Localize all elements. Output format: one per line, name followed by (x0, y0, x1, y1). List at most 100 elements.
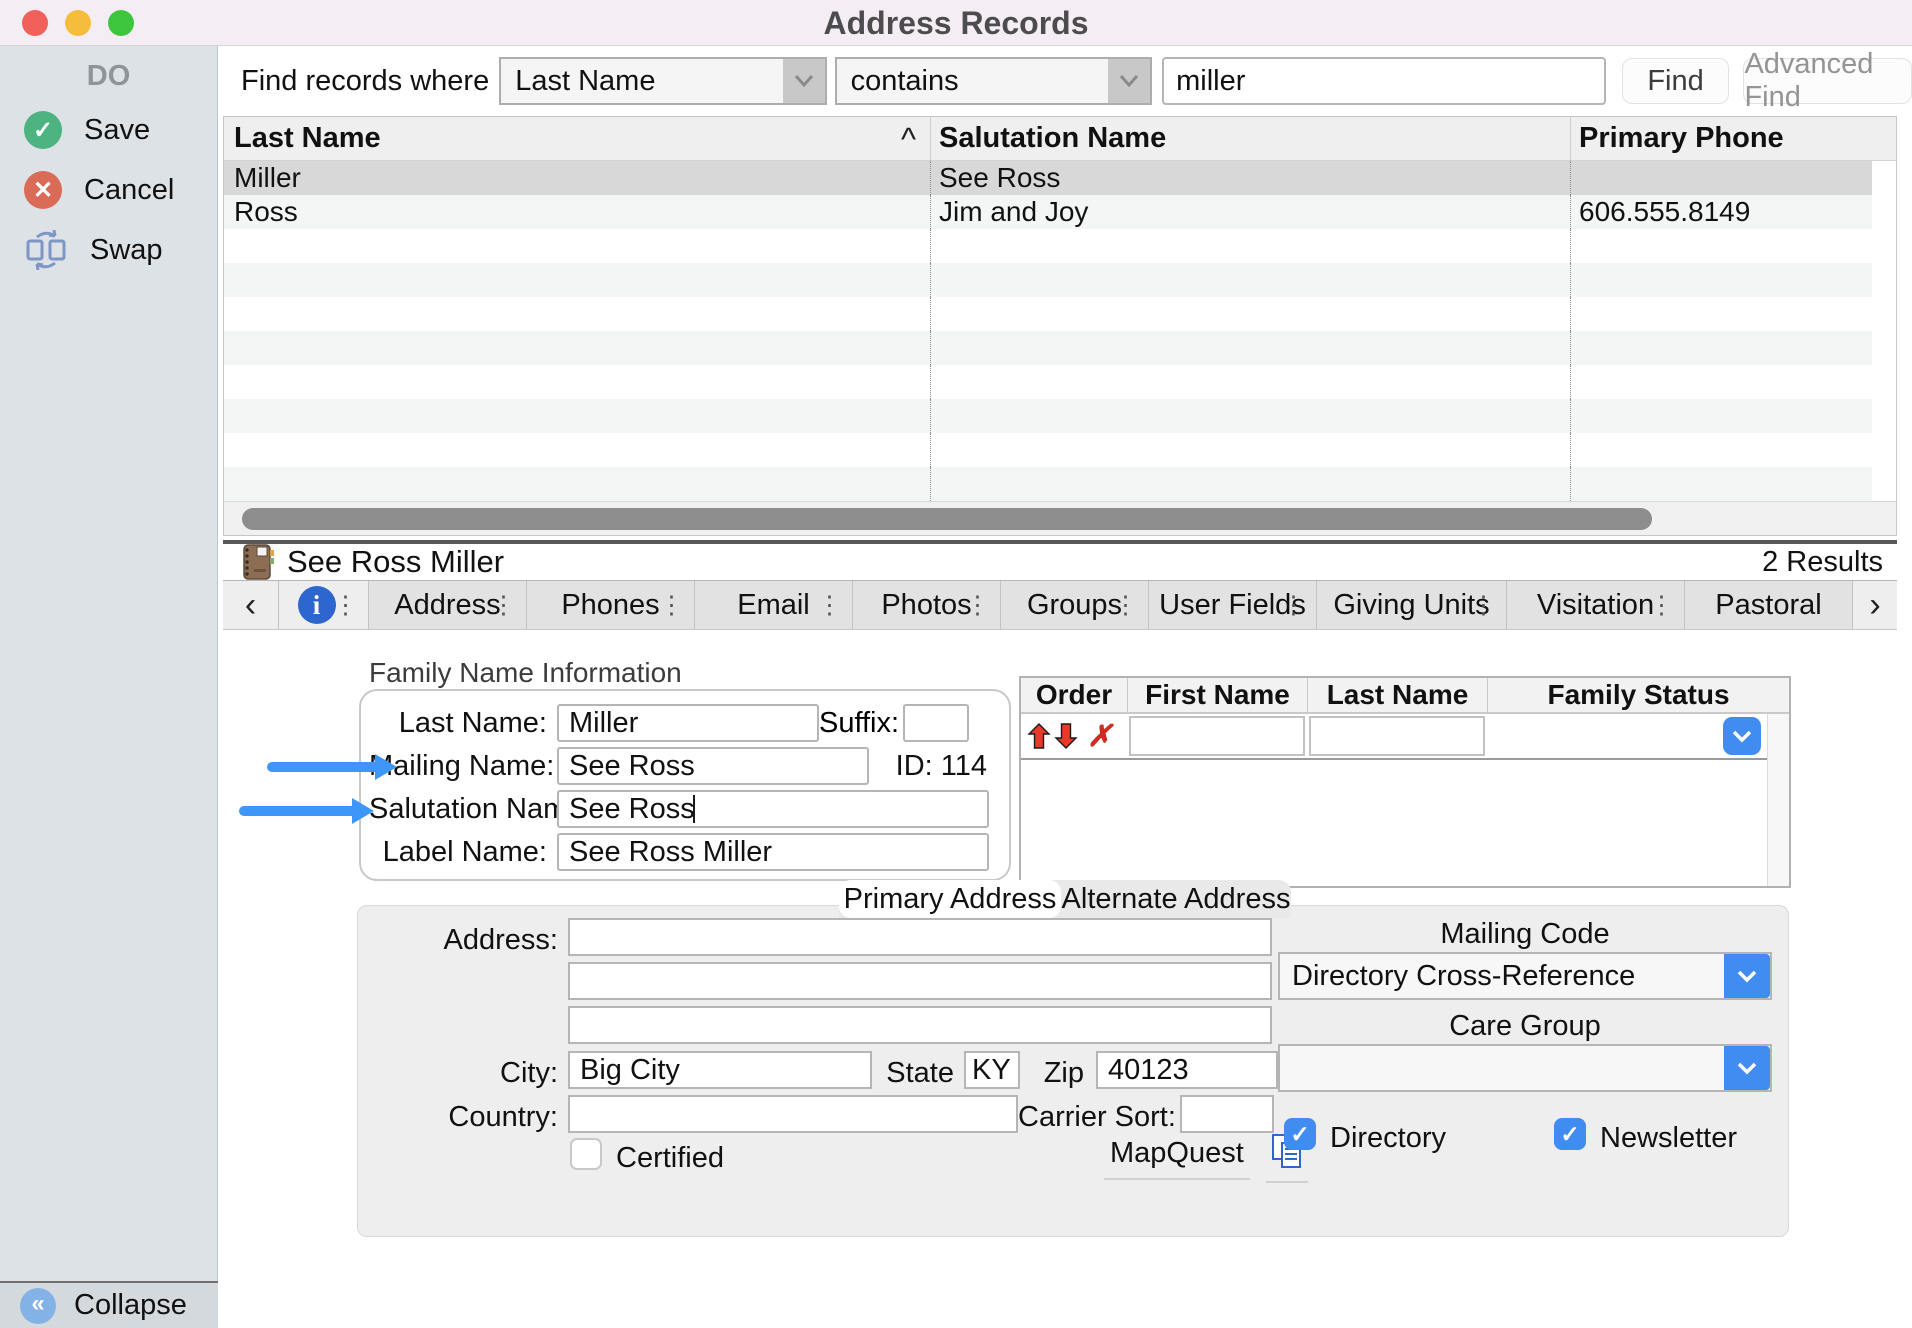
family-members-table: Order First Name Last Name Family Status… (1019, 676, 1791, 888)
column-header-salutation-name[interactable]: Salutation Name (930, 117, 1570, 160)
directory-label: Directory (1330, 1122, 1446, 1155)
address-book-icon (237, 542, 277, 582)
record-name: See Ross Miller (287, 544, 504, 580)
tab-alternate-address[interactable]: Alternate Address (1061, 880, 1291, 918)
search-field-value: Last Name (501, 59, 782, 103)
tab-primary-address[interactable]: Primary Address (839, 880, 1061, 918)
address-line2-field[interactable] (568, 962, 1272, 1000)
chevron-down-icon[interactable] (1724, 1046, 1770, 1090)
member-first-name-field[interactable] (1129, 716, 1305, 756)
minimize-window-button[interactable] (65, 10, 91, 36)
tab-groups[interactable]: Groups⋮ (1001, 581, 1149, 629)
table-row[interactable]: Miller See Ross (224, 161, 1872, 195)
move-up-icon[interactable] (1027, 722, 1051, 750)
members-table-scrollbar[interactable] (1767, 714, 1789, 886)
swap-button-label: Swap (90, 234, 163, 267)
swap-icon (24, 230, 68, 270)
tab-photos[interactable]: Photos⋮ (853, 581, 1001, 629)
chevron-down-icon[interactable] (1724, 954, 1770, 998)
address-label: Address: (358, 924, 558, 957)
newsletter-label: Newsletter (1600, 1122, 1737, 1155)
search-label: Find records where (241, 65, 489, 98)
search-query-input[interactable] (1162, 57, 1605, 105)
column-header-last-name: Last Name (1307, 678, 1487, 712)
label-name-label: Label Name: (369, 836, 557, 869)
search-field-dropdown[interactable]: Last Name (499, 57, 826, 105)
address-panel: Address: City: State Zip Country: Carrie… (357, 905, 1789, 1237)
record-detail: Family Name Information Last Name: Suffi… (219, 631, 1912, 1328)
family-status-dropdown[interactable] (1487, 714, 1767, 758)
column-header-order: Order (1021, 678, 1127, 712)
mailing-name-field[interactable] (557, 747, 869, 785)
family-status-dropdown-button[interactable] (1723, 717, 1761, 755)
mailing-code-label: Mailing Code (1278, 918, 1772, 951)
results-table-header: Last Name ^ Salutation Name Primary Phon… (224, 117, 1896, 161)
tab-giving-units[interactable]: Giving Units⋮ (1317, 581, 1507, 629)
tab-user-fields[interactable]: User Fields⋮ (1149, 581, 1317, 629)
collapse-button[interactable]: « Collapse (0, 1281, 218, 1328)
suffix-field[interactable] (903, 704, 969, 742)
state-label: State (882, 1057, 954, 1090)
titlebar: Address Records (0, 0, 1912, 46)
city-field[interactable] (568, 1051, 872, 1089)
collapse-button-label: Collapse (74, 1289, 187, 1322)
close-window-button[interactable] (22, 10, 48, 36)
label-name-field[interactable] (557, 833, 989, 871)
country-field[interactable] (568, 1095, 1018, 1133)
carrier-sort-field[interactable] (1180, 1095, 1274, 1133)
care-group-value (1280, 1046, 1724, 1090)
member-row: ✗ (1021, 714, 1767, 760)
results-table: Last Name ^ Salutation Name Primary Phon… (223, 116, 1897, 536)
delete-member-icon[interactable]: ✗ (1087, 719, 1112, 754)
chevron-down-icon (1108, 59, 1150, 103)
salutation-name-label: Salutation Name: (369, 793, 557, 826)
tab-pastoral[interactable]: Pastoral (1685, 581, 1853, 629)
record-header: See Ross Miller 2 Results (223, 544, 1897, 580)
tabs-scroll-left-button[interactable]: ‹ (223, 581, 279, 629)
search-operator-dropdown[interactable]: contains (835, 57, 1153, 105)
care-group-dropdown[interactable] (1278, 1044, 1772, 1092)
advanced-find-button[interactable]: Advanced Find (1743, 58, 1912, 104)
tab-drag-handle-icon: ⋮ (1471, 590, 1496, 620)
empty-row (224, 399, 1872, 433)
zoom-window-button[interactable] (108, 10, 134, 36)
table-row[interactable]: Ross Jim and Joy 606.555.8149 (224, 195, 1872, 229)
move-down-icon[interactable] (1054, 722, 1078, 750)
certified-checkbox[interactable] (570, 1138, 602, 1170)
save-button[interactable]: ✓ Save (0, 107, 217, 153)
directory-checkbox[interactable]: ✓ (1284, 1118, 1316, 1150)
country-label: Country: (358, 1101, 558, 1134)
find-button[interactable]: Find (1622, 58, 1730, 104)
horizontal-scrollbar[interactable] (224, 501, 1896, 535)
cancel-button[interactable]: ✕ Cancel (0, 167, 217, 213)
mailing-name-label: Mailing Name: (369, 750, 557, 783)
empty-row (224, 229, 1872, 263)
tab-drag-handle-icon: ⋮ (1649, 590, 1674, 620)
text-cursor (693, 795, 695, 823)
last-name-field[interactable] (557, 704, 819, 742)
tab-info[interactable]: i ⋮ (279, 581, 369, 629)
tab-visitation[interactable]: Visitation⋮ (1507, 581, 1685, 629)
tab-phones[interactable]: Phones⋮ (527, 581, 695, 629)
address-tabs: Primary Address Alternate Address (839, 880, 1291, 918)
address-line3-field[interactable] (568, 1006, 1272, 1044)
zip-field[interactable] (1096, 1051, 1278, 1089)
column-header-primary-phone[interactable]: Primary Phone (1570, 117, 1896, 160)
cancel-button-label: Cancel (84, 174, 174, 207)
tab-address[interactable]: Address⋮ (369, 581, 527, 629)
empty-row (224, 263, 1872, 297)
swap-button[interactable]: Swap (0, 227, 217, 273)
state-field[interactable] (964, 1051, 1020, 1089)
tabs-scroll-right-button[interactable]: › (1853, 581, 1897, 629)
tab-email[interactable]: Email⋮ (695, 581, 853, 629)
newsletter-checkbox[interactable]: ✓ (1554, 1118, 1586, 1150)
mapquest-button[interactable]: MapQuest (1104, 1133, 1250, 1180)
scrollbar-thumb[interactable] (242, 508, 1652, 530)
member-last-name-field[interactable] (1309, 716, 1485, 756)
column-header-last-name[interactable]: Last Name ^ (224, 117, 930, 160)
address-line1-field[interactable] (568, 918, 1272, 956)
empty-row (224, 433, 1872, 467)
mailing-code-dropdown[interactable]: Directory Cross-Reference (1278, 952, 1772, 1000)
mailing-code-value: Directory Cross-Reference (1280, 954, 1724, 998)
salutation-name-field[interactable] (557, 790, 989, 828)
